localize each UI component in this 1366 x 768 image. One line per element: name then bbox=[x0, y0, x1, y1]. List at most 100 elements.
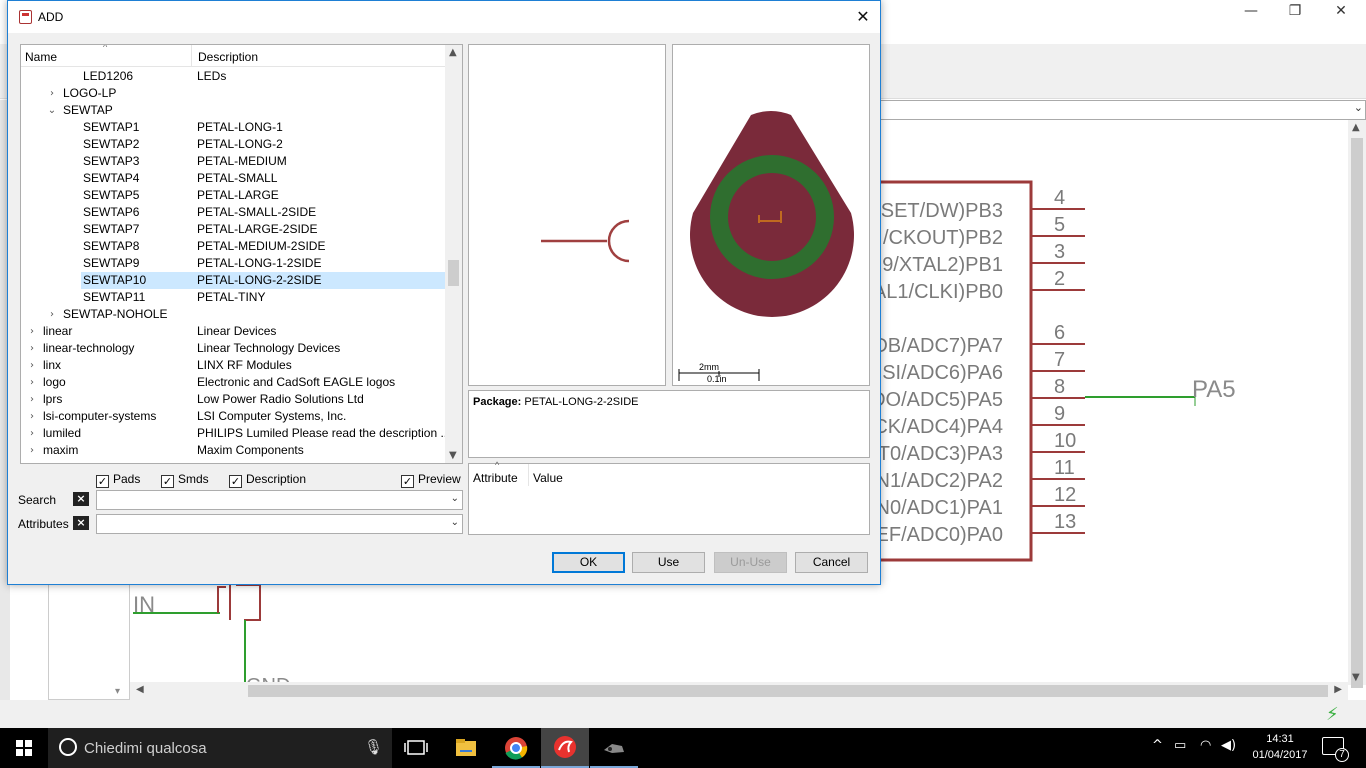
action-center-icon[interactable]: 7 bbox=[1322, 737, 1349, 762]
column-attribute[interactable]: Attribute bbox=[473, 471, 518, 485]
chevron-right-icon[interactable]: › bbox=[27, 340, 37, 357]
pads-label: Pads bbox=[113, 472, 141, 486]
tree-row[interactable]: › lsi-computer-systems LSI Computer System… bbox=[21, 408, 445, 425]
pin-label: N1/ADC2)PA2 bbox=[876, 470, 1003, 492]
tree-row[interactable]: › lprs Low Power Radio Solutions Ltd bbox=[21, 391, 445, 408]
checkbox-check-icon[interactable]: ✓ bbox=[401, 475, 414, 488]
chevron-right-icon[interactable]: › bbox=[27, 374, 37, 391]
scroll-right-icon[interactable]: ▶ bbox=[1334, 684, 1342, 695]
chevron-right-icon[interactable]: › bbox=[27, 391, 37, 408]
chevron-right-icon[interactable]: › bbox=[27, 442, 37, 459]
chevron-right-icon[interactable]: › bbox=[47, 85, 57, 102]
search-input[interactable]: ⌄ bbox=[96, 490, 463, 510]
scroll-down-icon[interactable]: ▼ bbox=[1352, 672, 1360, 683]
column-divider[interactable] bbox=[191, 45, 192, 67]
clear-search-icon[interactable]: × bbox=[73, 492, 89, 506]
scroll-up-icon[interactable]: ▲ bbox=[449, 47, 457, 58]
battery-icon[interactable]: ▭ bbox=[1174, 738, 1186, 753]
unuse-button[interactable]: Un-Use bbox=[714, 552, 787, 573]
chevron-right-icon[interactable]: › bbox=[27, 357, 37, 374]
tree-row-name: SEWTAP bbox=[63, 103, 113, 117]
column-divider[interactable] bbox=[528, 464, 529, 486]
tree-row[interactable]: › linx LINX RF Modules bbox=[21, 357, 445, 374]
attributes-input[interactable]: ⌄ bbox=[96, 514, 463, 534]
tree-row[interactable]: ⌄ SEWTAP bbox=[21, 102, 445, 119]
tree-row[interactable]: › linear-technology Linear Technology Devi… bbox=[21, 340, 445, 357]
clear-attributes-icon[interactable]: × bbox=[73, 516, 89, 530]
tree-row[interactable]: LED1206 LEDs bbox=[21, 68, 445, 85]
tree-row[interactable]: SEWTAP2 PETAL-LONG-2 bbox=[21, 136, 445, 153]
editor-horizontal-scrollbar[interactable]: ◀ ▶ bbox=[130, 682, 1348, 700]
chevron-right-icon[interactable]: › bbox=[27, 408, 37, 425]
symbol-drawing bbox=[541, 219, 630, 263]
microphone-icon[interactable]: 🎙 bbox=[364, 738, 383, 756]
ok-button[interactable]: OK bbox=[552, 552, 625, 573]
chevron-up-icon[interactable]: ^ bbox=[1152, 738, 1163, 753]
close-icon[interactable]: ✕ bbox=[846, 1, 880, 33]
checkbox-check-icon[interactable]: ✓ bbox=[96, 475, 109, 488]
chevron-down-icon[interactable]: ⌄ bbox=[47, 102, 57, 119]
tree-row[interactable]: › linear Linear Devices bbox=[21, 323, 445, 340]
pin-label: SI/ADC6)PA6 bbox=[882, 362, 1003, 384]
chevron-right-icon[interactable]: › bbox=[47, 306, 57, 323]
chrome-icon[interactable] bbox=[492, 728, 540, 768]
tree-row[interactable]: › LOGO-LP bbox=[21, 85, 445, 102]
tree-row[interactable]: › maxim Maxim Components bbox=[21, 442, 445, 459]
tree-row[interactable]: SEWTAP10 PETAL-LONG-2-2SIDE bbox=[21, 272, 445, 289]
use-button[interactable]: Use bbox=[632, 552, 705, 573]
tree-row[interactable]: SEWTAP4 PETAL-SMALL bbox=[21, 170, 445, 187]
tree-row[interactable]: SEWTAP7 PETAL-LARGE-2SIDE bbox=[21, 221, 445, 238]
description-checkbox[interactable]: ✓ Description bbox=[229, 471, 307, 488]
tree-row-description: PETAL-LONG-1-2SIDE bbox=[197, 256, 322, 270]
chevron-right-icon[interactable]: › bbox=[27, 425, 37, 442]
tree-row[interactable]: SEWTAP8 PETAL-MEDIUM-2SIDE bbox=[21, 238, 445, 255]
preview-checkbox[interactable]: ✓ Preview bbox=[401, 471, 461, 488]
smds-checkbox[interactable]: ✓ Smds bbox=[161, 471, 209, 488]
column-value[interactable]: Value bbox=[533, 471, 563, 485]
scroll-down-icon[interactable]: ▼ bbox=[449, 450, 457, 461]
tree-row-name: SEWTAP2 bbox=[83, 137, 140, 151]
chevron-down-icon[interactable]: ⌄ bbox=[451, 493, 459, 504]
chevron-right-icon[interactable]: › bbox=[27, 323, 37, 340]
task-view-icon[interactable] bbox=[392, 728, 440, 768]
tree-scrollbar[interactable]: ▲ ▼ bbox=[445, 45, 462, 463]
eagle-taskbar-icon[interactable] bbox=[541, 728, 589, 768]
tree-row[interactable]: SEWTAP5 PETAL-LARGE bbox=[21, 187, 445, 204]
library-tree[interactable]: ^ Name Description LED1206 LEDs › LOGO-LP ⌄ S… bbox=[20, 44, 463, 464]
taskbar-clock[interactable]: 14:31 01/04/2017 bbox=[1246, 731, 1314, 763]
tree-row[interactable]: SEWTAP9 PETAL-LONG-1-2SIDE bbox=[21, 255, 445, 272]
scroll-up-icon[interactable]: ▲ bbox=[1352, 122, 1360, 133]
tree-row[interactable]: SEWTAP6 PETAL-SMALL-2SIDE bbox=[21, 204, 445, 221]
cancel-button[interactable]: Cancel bbox=[795, 552, 868, 573]
description-label: Description bbox=[246, 472, 307, 486]
tree-row-name: SEWTAP3 bbox=[83, 154, 140, 168]
attribute-table[interactable]: ^ Attribute Value bbox=[468, 460, 870, 535]
checkbox-check-icon[interactable]: ✓ bbox=[161, 475, 174, 488]
tree-row[interactable]: SEWTAP1 PETAL-LONG-1 bbox=[21, 119, 445, 136]
tree-row[interactable]: › logo Electronic and CadSoft EAGLE logos bbox=[21, 374, 445, 391]
sort-indicator-icon: ^ bbox=[495, 460, 500, 470]
pads-checkbox[interactable]: ✓ Pads bbox=[96, 471, 141, 488]
tree-row[interactable]: SEWTAP3 PETAL-MEDIUM bbox=[21, 153, 445, 170]
wifi-icon[interactable]: ◠ bbox=[1200, 738, 1211, 753]
tree-row[interactable]: SEWTAP11 PETAL-TINY bbox=[21, 289, 445, 306]
tree-row-description: LSI Computer Systems, Inc. bbox=[197, 409, 347, 423]
column-name[interactable]: Name bbox=[25, 50, 57, 64]
scroll-left-icon[interactable]: ◀ bbox=[136, 684, 144, 695]
scroll-thumb[interactable] bbox=[248, 685, 1328, 697]
scroll-thumb[interactable] bbox=[448, 260, 459, 286]
cortana-search-box[interactable]: Chiedimi qualcosa 🎙 bbox=[48, 728, 392, 768]
volume-icon[interactable]: ◀) bbox=[1221, 738, 1236, 753]
tree-row[interactable]: › lumiled PHILIPS Lumiled Please read the … bbox=[21, 425, 445, 442]
tree-row[interactable]: › SEWTAP-NOHOLE bbox=[21, 306, 445, 323]
chevron-down-icon[interactable]: ⌄ bbox=[451, 517, 459, 528]
file-explorer-icon[interactable] bbox=[442, 728, 490, 768]
column-description[interactable]: Description bbox=[198, 50, 258, 64]
windows-start-icon[interactable] bbox=[0, 728, 48, 768]
scroll-thumb[interactable] bbox=[1351, 138, 1363, 688]
tree-row-description: PETAL-LARGE-2SIDE bbox=[197, 222, 318, 236]
editor-vertical-scrollbar[interactable]: ▲ ▼ bbox=[1348, 120, 1366, 688]
lightning-icon[interactable]: ⚡ bbox=[1326, 704, 1339, 725]
checkbox-check-icon[interactable]: ✓ bbox=[229, 475, 242, 488]
game-app-icon[interactable] bbox=[590, 728, 638, 768]
